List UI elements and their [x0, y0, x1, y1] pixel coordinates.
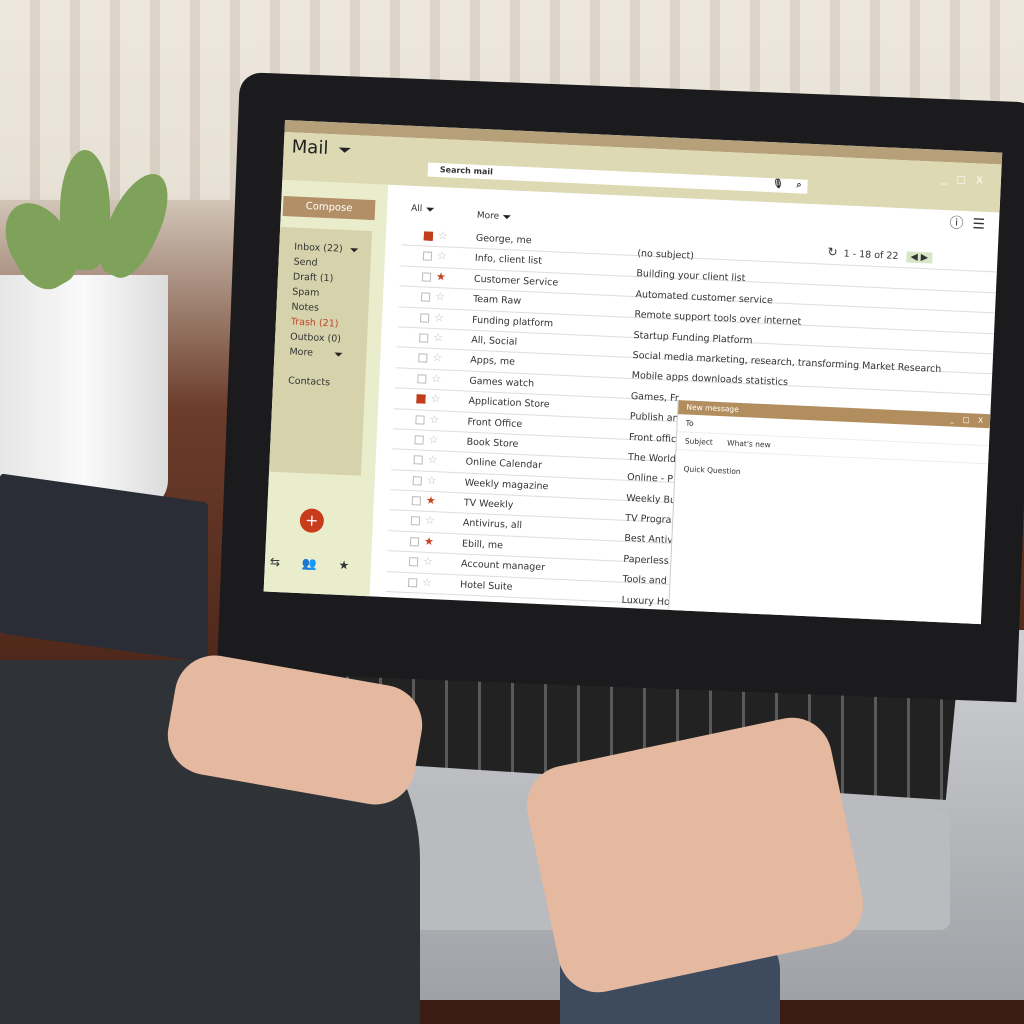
window-controls: _□X — [941, 174, 993, 187]
sidebar-item-contacts[interactable]: Contacts — [288, 373, 366, 391]
email-sender: Hotel Suite — [459, 579, 513, 593]
plant-pot — [0, 275, 168, 510]
contacts-icon[interactable]: 👥 — [301, 556, 317, 571]
email-sender: Games watch — [469, 375, 535, 390]
app-title[interactable]: Mail — [291, 136, 351, 160]
email-sender: Info, client list — [474, 253, 543, 268]
row-checkbox[interactable] — [407, 577, 418, 588]
email-sender: Apps, me — [470, 355, 516, 369]
email-sender: Ebill, me — [461, 538, 504, 552]
email-sender: Weekly magazine — [464, 477, 549, 493]
star-icon[interactable]: ☆ — [430, 392, 440, 405]
info-icon[interactable]: ⓘ — [949, 215, 964, 232]
compose-title: New message — [686, 402, 739, 414]
select-all-label: All — [410, 203, 423, 215]
email-sender: Application Store — [468, 395, 550, 411]
star-icon[interactable]: ☆ — [437, 249, 447, 262]
more-label: More — [476, 210, 500, 222]
swap-icon[interactable]: ⇆ — [270, 555, 281, 569]
star-icon[interactable]: ☆ — [422, 575, 432, 588]
email-sender: Account manager — [460, 558, 546, 574]
row-checkbox[interactable] — [410, 516, 421, 526]
add-button[interactable]: + — [299, 508, 325, 534]
star-icon[interactable]: ★ — [338, 558, 349, 572]
star-icon[interactable]: ☆ — [434, 311, 444, 324]
star-icon[interactable]: ★ — [436, 270, 446, 283]
folder-label: Inbox (22) — [293, 241, 343, 255]
row-checkbox[interactable] — [418, 353, 428, 364]
sidebar-item-more[interactable]: More — [289, 344, 367, 362]
email-sender: George, me — [475, 232, 532, 247]
close-button[interactable]: X — [976, 175, 993, 187]
subject-value: What's new — [726, 438, 771, 450]
menu-icon[interactable]: ☰ — [972, 216, 985, 233]
star-icon[interactable]: ☆ — [433, 331, 443, 344]
maximize-button[interactable]: □ — [956, 175, 976, 187]
microphone-icon[interactable]: 🎙 — [772, 179, 784, 190]
row-checkbox[interactable] — [420, 292, 431, 302]
subject-label: Subject — [684, 436, 714, 447]
row-checkbox[interactable] — [417, 374, 427, 384]
email-sender: Online Calendar — [465, 456, 543, 472]
row-checkbox[interactable] — [408, 557, 419, 567]
star-icon[interactable]: ☆ — [427, 453, 437, 466]
star-icon[interactable]: ☆ — [429, 412, 439, 425]
email-sender: Funding platform — [471, 314, 554, 329]
more-dropdown[interactable]: More — [477, 211, 512, 223]
notebook — [0, 473, 208, 663]
row-checkbox[interactable] — [411, 496, 422, 506]
chevron-down-icon[interactable] — [333, 351, 343, 357]
compose-window: New message _ □ X To Subject What's new Q… — [666, 400, 991, 625]
app-title-text: Mail — [291, 136, 329, 159]
folder-list: Inbox (22) Send Draft (1) Spam Notes Tra… — [269, 226, 373, 476]
row-checkbox[interactable] — [415, 414, 425, 425]
email-sender: Customer Service — [473, 273, 559, 289]
row-checkbox[interactable] — [419, 312, 430, 323]
row-checkbox[interactable] — [416, 394, 426, 404]
toolbar-icons: ⓘ ☰ — [949, 212, 985, 234]
row-checkbox[interactable] — [412, 475, 422, 486]
row-checkbox[interactable] — [421, 272, 432, 282]
email-sender: Front Office — [467, 416, 523, 430]
star-icon[interactable]: ☆ — [425, 514, 435, 527]
email-sender: All, Social — [470, 334, 518, 348]
to-label: To — [685, 418, 694, 428]
email-sender: Antivirus, all — [462, 517, 523, 532]
star-icon[interactable]: ☆ — [427, 473, 437, 486]
row-checkbox[interactable] — [409, 536, 420, 547]
chevron-down-icon — [426, 207, 435, 212]
row-checkbox[interactable] — [419, 333, 429, 343]
email-sender: TV Weekly — [463, 497, 514, 511]
sidebar-bottom-icons: ⇆ 👥 ★ — [270, 555, 350, 573]
star-icon[interactable]: ☆ — [432, 351, 442, 364]
mail-app-screen: Mail Search mail 🎙 ⌕ _□X ⓘ ☰ Compose Inb… — [263, 120, 1003, 625]
compose-window-controls[interactable]: _ □ X — [950, 414, 986, 425]
folder-label: More — [289, 346, 314, 359]
star-icon[interactable]: ☆ — [423, 555, 433, 568]
chevron-down-icon[interactable] — [349, 247, 358, 252]
email-sender: Book Store — [466, 436, 519, 450]
chevron-down-icon — [503, 214, 512, 219]
select-all-dropdown[interactable]: All — [411, 204, 435, 215]
star-icon[interactable]: ☆ — [431, 372, 441, 385]
compose-button[interactable]: Compose — [282, 196, 376, 221]
row-checkbox[interactable] — [413, 455, 423, 465]
chevron-down-icon[interactable] — [338, 146, 351, 153]
star-icon[interactable]: ☆ — [428, 433, 438, 446]
star-icon[interactable]: ★ — [426, 494, 436, 507]
row-checkbox[interactable] — [414, 435, 424, 445]
row-checkbox[interactable] — [422, 251, 433, 262]
star-icon[interactable]: ★ — [424, 535, 434, 548]
star-icon[interactable]: ☆ — [435, 290, 445, 303]
search-icon[interactable]: ⌕ — [796, 180, 801, 190]
search-placeholder: Search mail — [439, 165, 494, 177]
minimize-button[interactable]: _ — [941, 174, 956, 186]
row-checkbox[interactable] — [423, 231, 434, 241]
email-sender: Team Raw — [472, 293, 522, 308]
star-icon[interactable]: ☆ — [438, 229, 448, 242]
email-subject: Luxury Ho — [621, 594, 671, 608]
sidebar: Compose Inbox (22) Send Draft (1) Spam N… — [263, 179, 389, 597]
